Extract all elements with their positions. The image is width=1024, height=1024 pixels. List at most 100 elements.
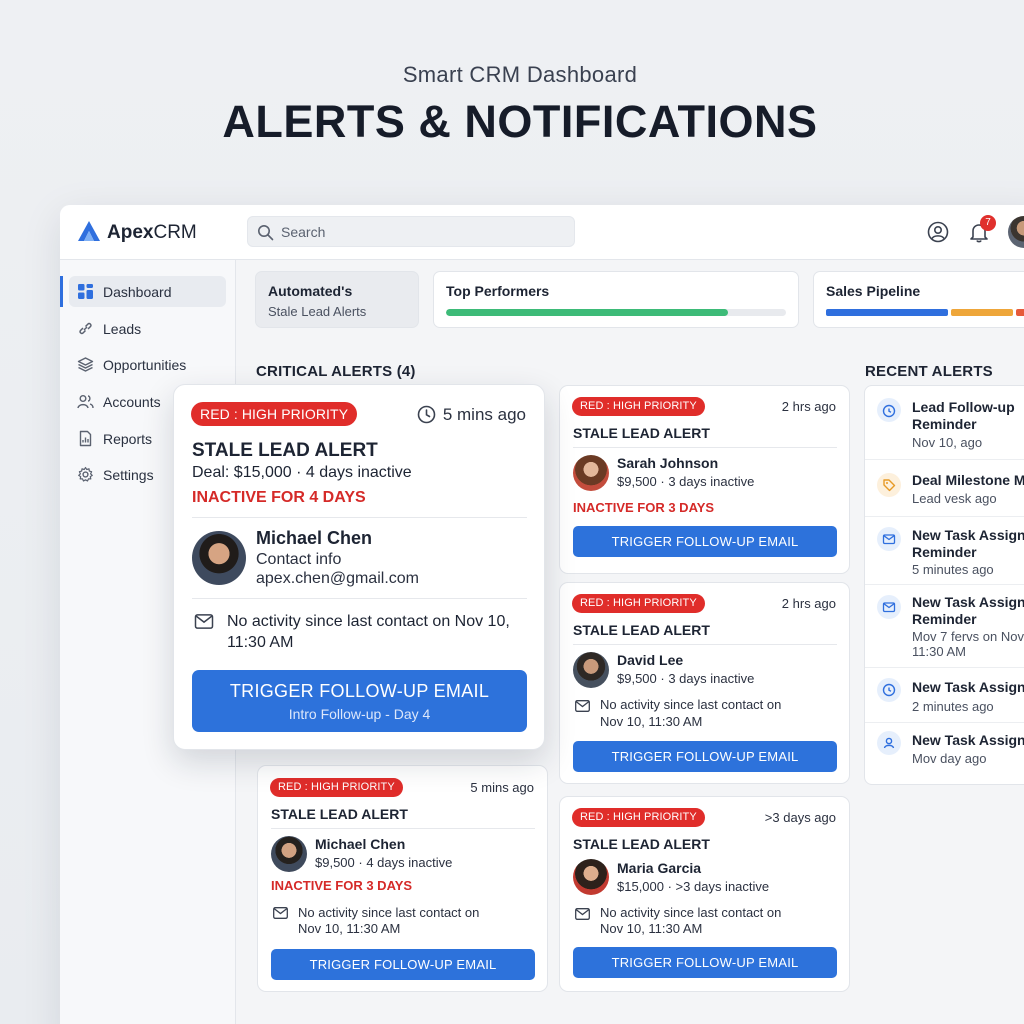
recent-alert-item[interactable]: New Task Assign Reminder 5 minutes ago bbox=[865, 517, 1024, 585]
sidebar-item-label: Accounts bbox=[103, 394, 161, 410]
search-input[interactable] bbox=[281, 222, 561, 242]
top-performers-bar-fill bbox=[446, 309, 729, 316]
chip-title: Top Performers bbox=[446, 283, 550, 299]
alarm-clock-icon bbox=[877, 398, 901, 422]
inactive-label: INACTIVE FOR 3 DAYS bbox=[271, 878, 413, 893]
recent-alert-time: 2 minutes ago bbox=[912, 699, 994, 714]
recent-alert-title-line-2: Reminder bbox=[912, 416, 977, 432]
link-icon bbox=[79, 322, 92, 335]
user-avatar[interactable] bbox=[1008, 216, 1024, 248]
alert-time: 5 mins ago bbox=[442, 405, 526, 424]
pipeline-segment-red bbox=[1016, 309, 1024, 316]
alert-heading: STALE LEAD ALERT bbox=[192, 440, 378, 461]
recent-alert-item[interactable]: New Task Assign 2 minutes ago bbox=[865, 668, 1024, 723]
sidebar-item-opportunities[interactable]: Opportunities bbox=[69, 349, 226, 380]
automated-stale-alerts-chip[interactable]: Automated's Stale Lead Alerts bbox=[255, 271, 419, 328]
recent-alert-time: Nov 10, ago bbox=[912, 435, 983, 450]
activity-note-line-1: No activity since last contact on bbox=[298, 905, 480, 920]
gear-icon bbox=[78, 466, 93, 482]
alert-card: RED : HIGH PRIORITY 5 mins ago STALE LEA… bbox=[257, 765, 548, 992]
trigger-follow-up-button[interactable]: TRIGGER FOLLOW-UP EMAIL bbox=[573, 526, 837, 557]
logo-suffix: CRM bbox=[153, 222, 197, 243]
deal-details: Deal: $15,000 · 4 days inactive bbox=[192, 464, 412, 481]
activity-note-line-1: No activity since last contact on bbox=[600, 697, 782, 712]
avatar bbox=[192, 531, 246, 585]
grid-icon bbox=[78, 284, 93, 299]
mail-icon bbox=[877, 595, 901, 619]
avatar bbox=[573, 859, 609, 895]
sidebar-item-label: Reports bbox=[103, 431, 153, 447]
alert-heading: STALE LEAD ALERT bbox=[573, 622, 710, 638]
inactive-label: INACTIVE FOR 4 DAYS bbox=[192, 489, 366, 506]
contact-name[interactable]: Maria Garcia bbox=[617, 860, 701, 876]
alert-card: RED : HIGH PRIORITY >3 days ago STALE LE… bbox=[559, 796, 850, 992]
avatar bbox=[573, 455, 609, 491]
recent-alert-item[interactable]: New Task Assign Mov day ago bbox=[865, 723, 1024, 785]
logo-prefix: Apex bbox=[107, 222, 154, 243]
user-profile-icon[interactable] bbox=[927, 221, 949, 243]
recent-alert-title: New Task Assign bbox=[912, 594, 1024, 610]
mail-icon bbox=[575, 908, 590, 920]
hero-subtitle: Smart CRM Dashboard bbox=[402, 62, 638, 87]
sidebar-item-label: Settings bbox=[103, 467, 154, 483]
alert-heading: STALE LEAD ALERT bbox=[271, 806, 408, 822]
recent-alert-title-line-2: Reminder bbox=[912, 611, 977, 627]
alert-card: RED : HIGH PRIORITY 2 hrs ago STALE LEAD… bbox=[559, 385, 850, 574]
mail-icon bbox=[877, 527, 901, 551]
trigger-follow-up-button[interactable]: TRIGGER FOLLOW-UP EMAIL bbox=[271, 949, 535, 980]
contact-name[interactable]: Sarah Johnson bbox=[617, 455, 718, 471]
top-performers-chip[interactable]: Top Performers bbox=[433, 271, 799, 328]
recent-alert-item[interactable]: Deal Milestone M Lead vesk ago bbox=[865, 460, 1024, 517]
search-box[interactable] bbox=[247, 216, 575, 247]
recent-alert-time-line-2: 11:30 AM bbox=[912, 644, 966, 659]
sidebar-item-label: Dashboard bbox=[103, 284, 172, 300]
sidebar-item-label: Opportunities bbox=[103, 357, 187, 373]
recent-alert-item[interactable]: Lead Follow-up Reminder Nov 10, ago bbox=[865, 386, 1024, 460]
activity-note-line-2: Nov 10, 11:30 AM bbox=[600, 714, 703, 729]
priority-badge: RED : HIGH PRIORITY bbox=[191, 402, 358, 426]
trigger-follow-up-button[interactable]: TRIGGER FOLLOW-UP EMAIL Intro Follow-up … bbox=[192, 670, 527, 732]
top-performers-bar bbox=[446, 309, 786, 316]
activity-note-line-1: No activity since last contact on bbox=[600, 905, 782, 920]
avatar bbox=[573, 652, 609, 688]
recent-alert-title: Lead Follow-up bbox=[912, 399, 1015, 415]
recent-alert-time: Mov 7 fervs on Nov bbox=[912, 629, 1024, 644]
priority-badge: RED : HIGH PRIORITY bbox=[572, 397, 705, 416]
card-divider bbox=[573, 447, 837, 448]
trigger-follow-up-button[interactable]: TRIGGER FOLLOW-UP EMAIL bbox=[573, 947, 837, 978]
contact-name[interactable]: Michael Chen bbox=[315, 836, 405, 852]
sales-pipeline-chip[interactable]: Sales Pipeline bbox=[813, 271, 1024, 328]
contact-email[interactable]: apex.chen@gmail.com bbox=[256, 570, 419, 588]
inactive-label: INACTIVE FOR 3 DAYS bbox=[573, 500, 715, 515]
card-divider bbox=[271, 828, 535, 829]
alert-time: >3 days ago bbox=[764, 810, 836, 825]
priority-badge: RED : HIGH PRIORITY bbox=[572, 808, 705, 827]
recent-alert-title: New Task Assign bbox=[912, 732, 1024, 748]
button-sublabel: Intro Follow-up - Day 4 bbox=[288, 706, 431, 722]
alert-heading: STALE LEAD ALERT bbox=[573, 836, 710, 852]
contact-name[interactable]: Michael Chen bbox=[256, 528, 372, 549]
deal-details: $9,500 · 3 days inactive bbox=[617, 671, 755, 686]
sidebar-item-dashboard[interactable]: Dashboard bbox=[60, 276, 226, 307]
document-icon bbox=[79, 430, 92, 447]
trigger-follow-up-button[interactable]: TRIGGER FOLLOW-UP EMAIL bbox=[573, 741, 837, 772]
priority-badge: RED : HIGH PRIORITY bbox=[572, 594, 705, 613]
logo-icon bbox=[78, 221, 100, 241]
card-divider bbox=[573, 644, 837, 645]
mail-icon bbox=[575, 700, 590, 712]
contact-name[interactable]: David Lee bbox=[617, 652, 683, 668]
app-logo[interactable]: ApexCRM bbox=[107, 222, 197, 244]
recent-alert-item[interactable]: New Task Assign Reminder Mov 7 fervs on … bbox=[865, 585, 1024, 668]
recent-alert-title: Deal Milestone M bbox=[912, 472, 1024, 488]
clock-icon bbox=[417, 405, 436, 424]
chip-title: Automated's bbox=[268, 283, 353, 299]
top-bar: ApexCRM 7 bbox=[60, 205, 1024, 260]
critical-alerts-title: CRITICAL ALERTS (4) bbox=[256, 363, 416, 380]
recent-alerts-panel: Lead Follow-up Reminder Nov 10, ago Deal… bbox=[864, 385, 1024, 785]
user-icon bbox=[877, 731, 901, 755]
hero-title: ALERTS & NOTIFICATIONS bbox=[222, 96, 818, 147]
search-icon bbox=[258, 225, 274, 241]
sidebar-item-leads[interactable]: Leads bbox=[69, 313, 226, 344]
priority-badge: RED : HIGH PRIORITY bbox=[270, 778, 403, 797]
deal-details: $15,000 · >3 days inactive bbox=[617, 879, 770, 894]
